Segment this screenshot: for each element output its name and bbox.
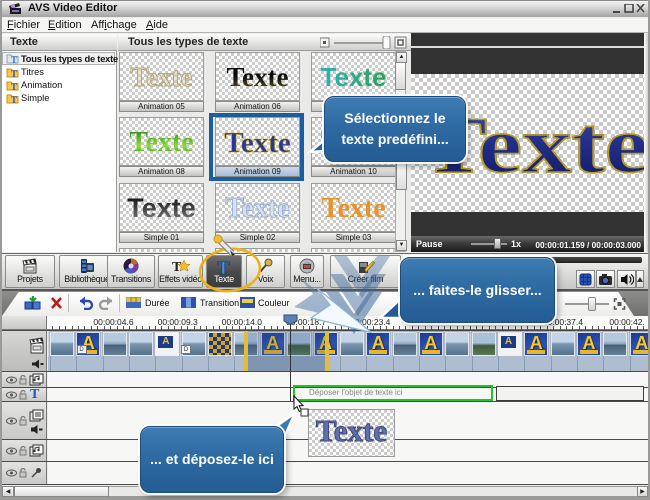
svg-text:T: T xyxy=(172,260,182,274)
svg-text:T: T xyxy=(11,82,17,91)
svg-text:T: T xyxy=(11,69,17,78)
svg-text:T: T xyxy=(11,95,17,104)
svg-text:T: T xyxy=(11,55,17,64)
